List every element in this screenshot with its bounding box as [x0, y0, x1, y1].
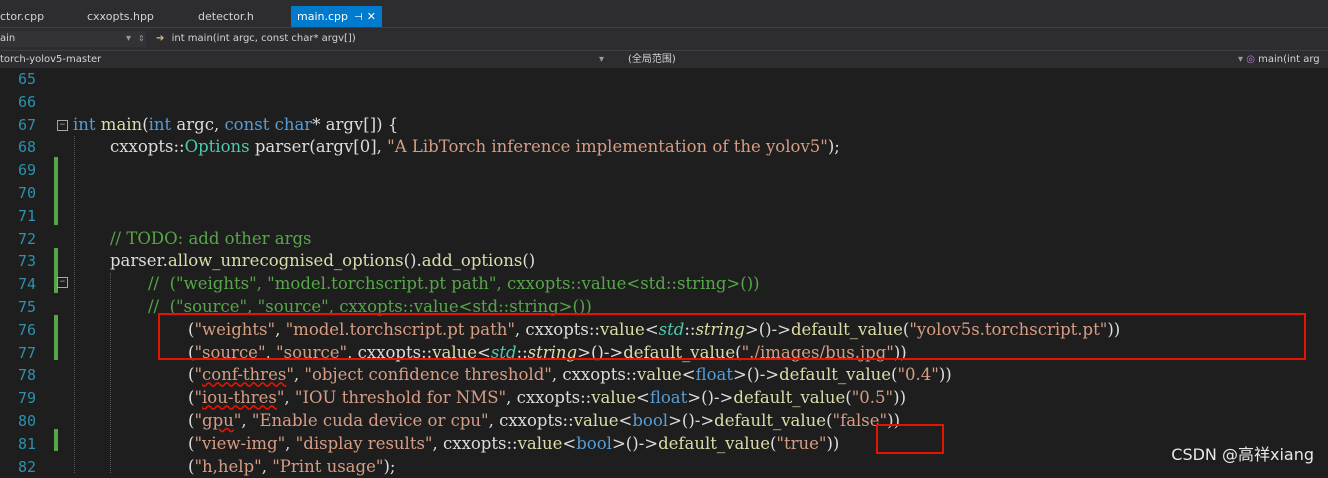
scope-label: ain: [0, 33, 16, 44]
highlight-box-true: [876, 424, 944, 454]
arrow-right-icon: ➔: [156, 33, 165, 44]
tab-main-cpp[interactable]: main.cpp ⊣ ✕: [291, 6, 382, 27]
tab-label: main.cpp: [297, 10, 348, 23]
line-number: 82: [17, 457, 36, 476]
tab-detector-h[interactable]: detector.h: [198, 6, 254, 27]
pin-icon[interactable]: ⊣: [354, 12, 363, 23]
tab-cxxopts-hpp[interactable]: cxxopts.hpp: [87, 6, 154, 27]
code-comment: // ("weights", "model.torchscript.pt pat…: [148, 274, 760, 294]
line-number: 74: [17, 275, 36, 294]
code-text: ("iou-thres", "IOU threshold for NMS", c…: [188, 388, 907, 408]
method-icon: ◎: [1246, 54, 1255, 65]
code-line: 69: [0, 159, 1328, 182]
code-line: 66: [0, 91, 1328, 114]
line-number: 72: [17, 229, 36, 248]
code-text: parser.allow_unrecognised_options().add_…: [110, 251, 536, 271]
project-dropdown[interactable]: torch-yolov5-master ▾: [0, 52, 612, 68]
line-number: 68: [17, 138, 36, 157]
line-number: 80: [17, 412, 36, 430]
chevron-down-icon: ▾: [599, 54, 605, 65]
code-editor[interactable]: − − 65 66 67 int main(int argc, const ch…: [0, 68, 1328, 476]
code-text: cxxopts::Options parser(argv[0], "A LibT…: [110, 137, 840, 157]
code-line: 65: [0, 68, 1328, 91]
code-line: 79 ("iou-thres", "IOU threshold for NMS"…: [0, 387, 1328, 410]
code-text: int main(int argc, const char* argv[]) {: [73, 114, 399, 134]
global-scope-dropdown[interactable]: (全局范围): [628, 52, 1248, 68]
chevron-down-icon: ▾: [126, 33, 132, 44]
scope-dropdown[interactable]: ain ▾ ⇕: [0, 31, 146, 47]
code-line: 67 int main(int argc, const char* argv[]…: [0, 114, 1328, 137]
code-text: ("gpu", "Enable cuda device or cpu", cxx…: [188, 411, 901, 430]
line-number: 69: [17, 161, 36, 180]
code-line: 78 ("conf-thres", "object confidence thr…: [0, 364, 1328, 387]
line-number: 77: [17, 343, 36, 362]
tab-label: ctor.cpp: [0, 10, 45, 23]
line-number: 65: [17, 70, 36, 88]
project-label: torch-yolov5-master: [0, 54, 102, 65]
code-line: 81 ("view-img", "display results", cxxop…: [0, 433, 1328, 456]
member-label: main(int arg: [1258, 54, 1320, 65]
line-number: 71: [17, 206, 36, 225]
line-number: 81: [17, 434, 36, 453]
line-number: 75: [17, 298, 36, 316]
code-text: ("h,help", "Print usage");: [188, 456, 396, 476]
function-signature: int main(int argc, const char* argv[]): [171, 33, 356, 44]
code-line: 68 cxxopts::Options parser(argv[0], "A L…: [0, 136, 1328, 159]
global-scope-label: (全局范围): [628, 54, 676, 65]
tab-detector-cpp[interactable]: ctor.cpp: [0, 6, 44, 27]
highlight-box-default-values: [158, 313, 1306, 360]
code-text: ("conf-thres", "object confidence thresh…: [188, 365, 952, 385]
document-tab-bar: ctor.cpp cxxopts.hpp detector.h main.cpp…: [0, 0, 1328, 27]
code-line: 72 // TODO: add other args: [0, 228, 1328, 251]
navigation-bar: ain ▾ ⇕ ➔ int main(int argc, const char*…: [0, 27, 1328, 50]
line-number: 66: [17, 92, 36, 111]
member-dropdown[interactable]: ▾ ◎ main(int arg: [1238, 52, 1328, 68]
line-number: 78: [17, 366, 36, 385]
tab-label: detector.h: [198, 10, 254, 23]
code-line: 73 parser.allow_unrecognised_options().a…: [0, 250, 1328, 273]
line-number: 76: [17, 320, 36, 339]
line-number: 70: [17, 184, 36, 202]
code-comment: // TODO: add other args: [110, 228, 312, 248]
close-icon[interactable]: ✕: [367, 10, 376, 23]
code-line: 70: [0, 182, 1328, 205]
code-line: 71: [0, 205, 1328, 228]
code-text: ("view-img", "display results", cxxopts:…: [188, 433, 840, 453]
line-number: 73: [17, 252, 36, 271]
line-number: 79: [17, 389, 36, 408]
code-line: 80 ("gpu", "Enable cuda device or cpu", …: [0, 410, 1328, 433]
scope-bar: torch-yolov5-master ▾ (全局范围) ▾ ◎ main(in…: [0, 50, 1328, 69]
watermark: CSDN @高祥xiang: [1171, 445, 1314, 464]
function-dropdown[interactable]: ➔ int main(int argc, const char* argv[]): [156, 31, 1328, 47]
chevron-down-icon: ▾: [1238, 54, 1244, 65]
code-line: 74 // ("weights", "model.torchscript.pt …: [0, 273, 1328, 296]
line-number: 67: [17, 115, 36, 134]
spin-icon: ⇕: [138, 34, 145, 43]
tab-label: cxxopts.hpp: [87, 10, 154, 23]
code-line: 82 ("h,help", "Print usage");: [0, 456, 1328, 478]
